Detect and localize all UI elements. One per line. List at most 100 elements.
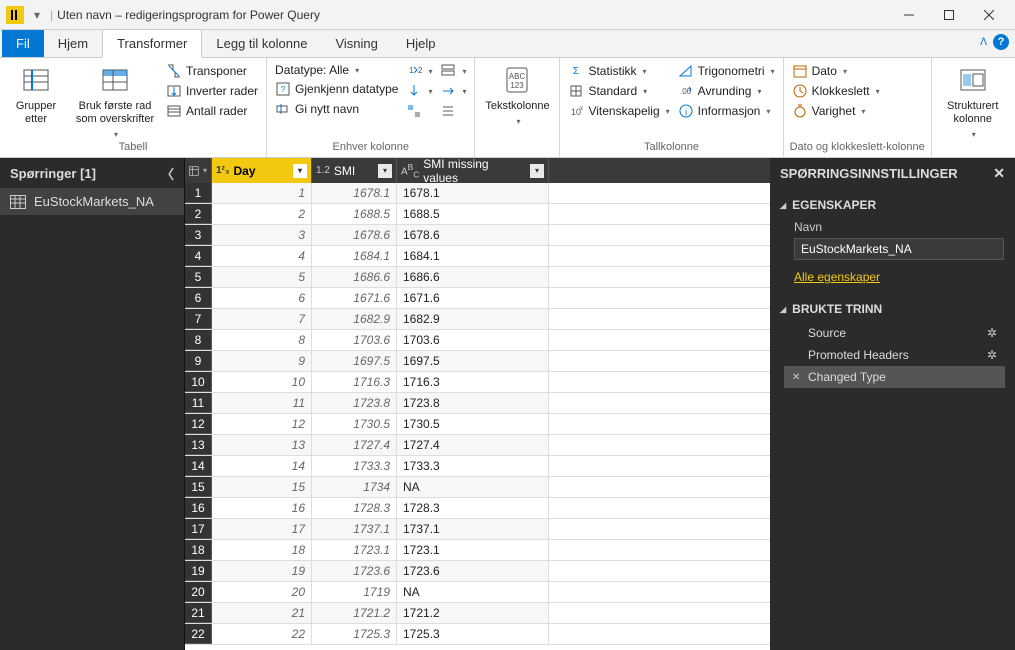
queries-collapse-icon[interactable]: 〈 <box>161 164 174 183</box>
cell-day[interactable]: 12 <box>212 414 312 434</box>
cell-smi-missing[interactable]: 1684.1 <box>397 246 549 266</box>
table-row[interactable]: 18181723.11723.1 <box>185 540 770 561</box>
row-number[interactable]: 6 <box>185 288 212 308</box>
gear-icon[interactable]: ✲ <box>987 348 997 362</box>
table-row[interactable]: 771682.91682.9 <box>185 309 770 330</box>
tab-fil[interactable]: Fil <box>2 30 44 57</box>
row-number[interactable]: 7 <box>185 309 212 329</box>
cell-smi-missing[interactable]: 1723.8 <box>397 393 549 413</box>
cell-day[interactable]: 21 <box>212 603 312 623</box>
row-number[interactable]: 12 <box>185 414 212 434</box>
table-row[interactable]: 221688.51688.5 <box>185 204 770 225</box>
cell-smi[interactable]: 1730.5 <box>312 414 397 434</box>
vitenskapelig-button[interactable]: 10x Vitenskapelig <box>566 102 671 120</box>
close-button[interactable] <box>969 1 1009 29</box>
datatype-button[interactable]: Datatype: Alle <box>273 62 400 78</box>
move-button[interactable] <box>438 82 468 100</box>
cell-smi[interactable]: 1688.5 <box>312 204 397 224</box>
cell-smi-missing[interactable]: 1730.5 <box>397 414 549 434</box>
grid-body[interactable]: 111678.11678.1221688.51688.5331678.61678… <box>185 183 770 650</box>
cell-day[interactable]: 17 <box>212 519 312 539</box>
tab-transformer[interactable]: Transformer <box>102 29 202 58</box>
all-properties-link[interactable]: Alle egenskaper <box>794 270 880 284</box>
row-number[interactable]: 20 <box>185 582 212 602</box>
table-row[interactable]: 12121730.51730.5 <box>185 414 770 435</box>
column-header-smi-missing[interactable]: ABC SMI missing values ▾ <box>397 158 549 183</box>
cell-day[interactable]: 10 <box>212 372 312 392</box>
cell-smi[interactable]: 1678.6 <box>312 225 397 245</box>
cell-smi[interactable]: 1723.8 <box>312 393 397 413</box>
table-row[interactable]: 331678.61678.6 <box>185 225 770 246</box>
table-row[interactable]: 16161728.31728.3 <box>185 498 770 519</box>
unpivot-button[interactable] <box>438 62 468 80</box>
cell-day[interactable]: 14 <box>212 456 312 476</box>
row-number[interactable]: 3 <box>185 225 212 245</box>
cell-smi-missing[interactable]: 1678.1 <box>397 183 549 203</box>
cell-smi[interactable]: 1697.5 <box>312 351 397 371</box>
cell-smi-missing[interactable]: 1686.6 <box>397 267 549 287</box>
grid-corner[interactable]: ▾ <box>185 158 212 183</box>
strukturert-kolonne-button[interactable]: Strukturert kolonne <box>938 60 1008 140</box>
row-number[interactable]: 1 <box>185 183 212 203</box>
table-row[interactable]: 10101716.31716.3 <box>185 372 770 393</box>
cell-day[interactable]: 11 <box>212 393 312 413</box>
inverter-rader-button[interactable]: Inverter rader <box>164 82 260 100</box>
cell-smi-missing[interactable]: NA <box>397 477 549 497</box>
query-name-input[interactable] <box>794 238 1004 260</box>
row-number[interactable]: 14 <box>185 456 212 476</box>
row-number[interactable]: 2 <box>185 204 212 224</box>
row-number[interactable]: 4 <box>185 246 212 266</box>
cell-smi[interactable]: 1737.1 <box>312 519 397 539</box>
cell-smi-missing[interactable]: 1728.3 <box>397 498 549 518</box>
cell-smi[interactable]: 1733.3 <box>312 456 397 476</box>
tab-hjelp[interactable]: Hjelp <box>392 30 450 57</box>
table-row[interactable]: 15151734NA <box>185 477 770 498</box>
statistikk-button[interactable]: Σ Statistikk <box>566 62 671 80</box>
cell-smi[interactable]: 1723.6 <box>312 561 397 581</box>
cell-smi[interactable]: 1703.6 <box>312 330 397 350</box>
cell-day[interactable]: 1 <box>212 183 312 203</box>
cell-smi[interactable]: 1725.3 <box>312 624 397 644</box>
tab-hjem[interactable]: Hjem <box>44 30 102 57</box>
cell-smi-missing[interactable]: 1721.2 <box>397 603 549 623</box>
cell-smi-missing[interactable]: 1737.1 <box>397 519 549 539</box>
cell-day[interactable]: 20 <box>212 582 312 602</box>
fill-button[interactable] <box>404 82 434 100</box>
cell-day[interactable]: 15 <box>212 477 312 497</box>
group-label-enhver[interactable]: Enhver kolonne <box>273 141 468 155</box>
grupper-etter-button[interactable]: Grupper etter <box>6 60 66 126</box>
table-row[interactable]: 19191723.61723.6 <box>185 561 770 582</box>
table-row[interactable]: 991697.51697.5 <box>185 351 770 372</box>
cell-day[interactable]: 9 <box>212 351 312 371</box>
table-row[interactable]: 13131727.41727.4 <box>185 435 770 456</box>
cell-smi[interactable]: 1716.3 <box>312 372 397 392</box>
cell-smi-missing[interactable]: NA <box>397 582 549 602</box>
cell-smi-missing[interactable]: 1723.6 <box>397 561 549 581</box>
cell-day[interactable]: 6 <box>212 288 312 308</box>
cell-smi-missing[interactable]: 1688.5 <box>397 204 549 224</box>
tab-legg-til-kolonne[interactable]: Legg til kolonne <box>202 30 321 57</box>
column-filter-day[interactable]: ▾ <box>293 164 307 178</box>
minimize-button[interactable] <box>889 1 929 29</box>
transponer-button[interactable]: Transponer <box>164 62 260 80</box>
cell-day[interactable]: 16 <box>212 498 312 518</box>
cell-smi-missing[interactable]: 1727.4 <box>397 435 549 455</box>
cell-smi-missing[interactable]: 1723.1 <box>397 540 549 560</box>
informasjon-button[interactable]: i Informasjon <box>676 102 777 120</box>
tab-visning[interactable]: Visning <box>321 30 391 57</box>
row-number[interactable]: 19 <box>185 561 212 581</box>
gjenkjenn-datatype-button[interactable]: ? Gjenkjenn datatype <box>273 80 400 98</box>
gear-icon[interactable]: ✲ <box>987 326 997 340</box>
antall-rader-button[interactable]: Antall rader <box>164 102 260 120</box>
table-row[interactable]: 551686.61686.6 <box>185 267 770 288</box>
row-number[interactable]: 18 <box>185 540 212 560</box>
cell-smi-missing[interactable]: 1703.6 <box>397 330 549 350</box>
cell-smi[interactable]: 1684.1 <box>312 246 397 266</box>
cell-smi[interactable]: 1723.1 <box>312 540 397 560</box>
section-egenskaper[interactable]: EGENSKAPER <box>780 192 1005 218</box>
cell-smi-missing[interactable]: 1733.3 <box>397 456 549 476</box>
cell-smi[interactable]: 1721.2 <box>312 603 397 623</box>
table-row[interactable]: 20201719NA <box>185 582 770 603</box>
varighet-button[interactable]: Varighet <box>790 102 882 120</box>
cell-smi[interactable]: 1678.1 <box>312 183 397 203</box>
